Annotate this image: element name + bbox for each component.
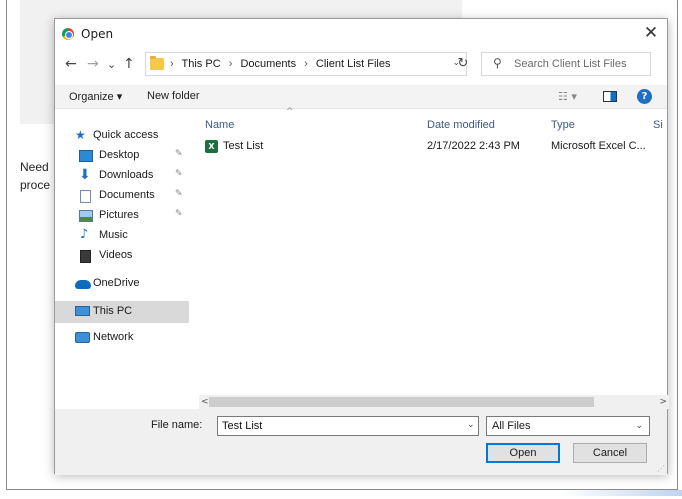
breadcrumb-separator: ›: [228, 58, 233, 70]
sidebar-item-documents[interactable]: Documents ✎: [55, 185, 189, 207]
music-icon: ♪: [80, 227, 89, 242]
horizontal-scrollbar[interactable]: < >: [199, 395, 669, 409]
breadcrumb-separator: ›: [304, 58, 308, 70]
videos-icon: [80, 250, 91, 263]
breadcrumb-documents[interactable]: Documents: [240, 58, 296, 70]
sidebar-item-label: Desktop: [99, 149, 140, 161]
sidebar-item-network[interactable]: Network: [55, 327, 189, 349]
sidebar-item-music[interactable]: ♪ Music: [55, 225, 189, 247]
cloud-icon: [75, 280, 91, 289]
open-file-dialog: Open ✕ ← → ⌄ ↑ › This PC › Documents › C…: [54, 18, 669, 475]
file-type-value: All Files: [492, 420, 531, 432]
background-text-line2: proce: [20, 178, 51, 192]
sidebar-item-this-pc[interactable]: This PC: [55, 301, 189, 323]
sidebar-item-videos[interactable]: Videos: [55, 245, 189, 267]
background-text-line1: Need: [20, 160, 49, 174]
help-icon[interactable]: ?: [637, 89, 652, 104]
breadcrumb-separator: ›: [170, 58, 174, 70]
scrollbar-thumb[interactable]: [209, 397, 594, 407]
dialog-footer: File name: ⌄ All Files ⌄ Open Cancel ⋰: [55, 409, 667, 475]
excel-file-icon: X: [205, 140, 218, 153]
breadcrumb-this-pc[interactable]: This PC: [182, 58, 221, 70]
network-icon: [75, 332, 90, 343]
view-options-icon[interactable]: ☷ ▾: [558, 90, 577, 103]
file-type-select[interactable]: All Files ⌄: [486, 416, 650, 436]
sidebar-item-label: Videos: [99, 249, 133, 261]
sidebar-item-label: Quick access: [93, 129, 159, 141]
star-icon: ★: [75, 128, 86, 142]
up-arrow-icon[interactable]: ↑: [123, 55, 135, 73]
download-icon: ⬇: [79, 167, 91, 183]
file-list: ^ Name Date modified Type Si X Test List…: [199, 107, 669, 395]
column-header-date-modified[interactable]: Date modified: [427, 119, 495, 131]
file-name-input[interactable]: [217, 416, 479, 436]
cancel-button[interactable]: Cancel: [573, 443, 647, 463]
search-box[interactable]: ⚲: [481, 52, 651, 76]
navigation-pane: ★ Quick access Desktop ✎ ⬇ Downloads ✎ D…: [55, 111, 189, 395]
chevron-down-icon: ⌄: [635, 421, 643, 431]
file-type: Microsoft Excel C...: [551, 140, 646, 152]
column-header-size[interactable]: Si: [653, 119, 663, 131]
column-header-name[interactable]: Name: [205, 119, 234, 131]
computer-icon: [75, 306, 90, 316]
scroll-right-icon[interactable]: >: [659, 395, 667, 409]
title-bar: Open ✕: [55, 19, 667, 47]
bottom-accent-bar: [560, 490, 682, 496]
sidebar-item-label: This PC: [93, 305, 133, 317]
sidebar-item-label: Pictures: [99, 209, 139, 221]
organize-button[interactable]: Organize ▾: [69, 90, 122, 103]
refresh-icon[interactable]: ↻: [451, 52, 475, 76]
desktop-icon: [79, 150, 93, 162]
address-bar[interactable]: › This PC › Documents › Client List File…: [145, 52, 467, 76]
preview-pane-icon[interactable]: [603, 91, 617, 102]
pin-icon: ✎: [175, 149, 183, 159]
sidebar-item-quick-access[interactable]: ★ Quick access: [55, 125, 189, 147]
documents-icon: [80, 190, 91, 203]
pin-icon: ✎: [175, 189, 183, 199]
folder-icon: [150, 56, 164, 70]
pin-icon: ✎: [175, 209, 183, 219]
chrome-logo-icon: [62, 28, 74, 40]
file-date-modified: 2/17/2022 2:43 PM: [427, 140, 520, 152]
command-toolbar: Organize ▾ New folder ☷ ▾ ?: [55, 85, 667, 109]
sidebar-item-label: Music: [99, 229, 128, 241]
close-button[interactable]: ✕: [641, 23, 661, 43]
breadcrumb-client-list-files[interactable]: Client List Files: [316, 58, 391, 70]
resize-grip-icon[interactable]: ⋰: [657, 464, 665, 473]
sidebar-item-label: Downloads: [99, 169, 154, 181]
sidebar-item-label: OneDrive: [93, 277, 140, 289]
chevron-down-icon[interactable]: ⌄: [467, 420, 475, 430]
file-name: Test List: [223, 140, 264, 152]
search-input[interactable]: [512, 56, 646, 72]
forward-arrow-icon[interactable]: →: [87, 55, 99, 73]
sidebar-item-downloads[interactable]: ⬇ Downloads ✎: [55, 165, 189, 187]
sidebar-item-label: Documents: [99, 189, 155, 201]
file-name-label: File name:: [151, 419, 203, 431]
sidebar-item-onedrive[interactable]: OneDrive: [55, 273, 189, 295]
file-row[interactable]: X Test List 2/17/2022 2:43 PM Microsoft …: [199, 138, 669, 158]
sidebar-item-pictures[interactable]: Pictures ✎: [55, 205, 189, 227]
new-folder-button[interactable]: New folder: [147, 90, 200, 102]
column-header-type[interactable]: Type: [551, 119, 575, 131]
breadcrumb: › This PC › Documents › Client List File…: [170, 58, 390, 70]
sidebar-item-desktop[interactable]: Desktop ✎: [55, 145, 189, 167]
search-icon: ⚲: [493, 56, 502, 70]
scroll-left-icon[interactable]: <: [201, 395, 209, 409]
sort-ascending-icon: ^: [286, 107, 294, 117]
dialog-title: Open: [81, 27, 114, 41]
recent-locations-icon[interactable]: ⌄: [107, 56, 116, 74]
open-button[interactable]: Open: [486, 443, 560, 463]
sidebar-item-label: Network: [93, 331, 134, 343]
pin-icon: ✎: [175, 169, 183, 179]
pictures-icon: [79, 210, 93, 222]
back-arrow-icon[interactable]: ←: [65, 55, 77, 73]
